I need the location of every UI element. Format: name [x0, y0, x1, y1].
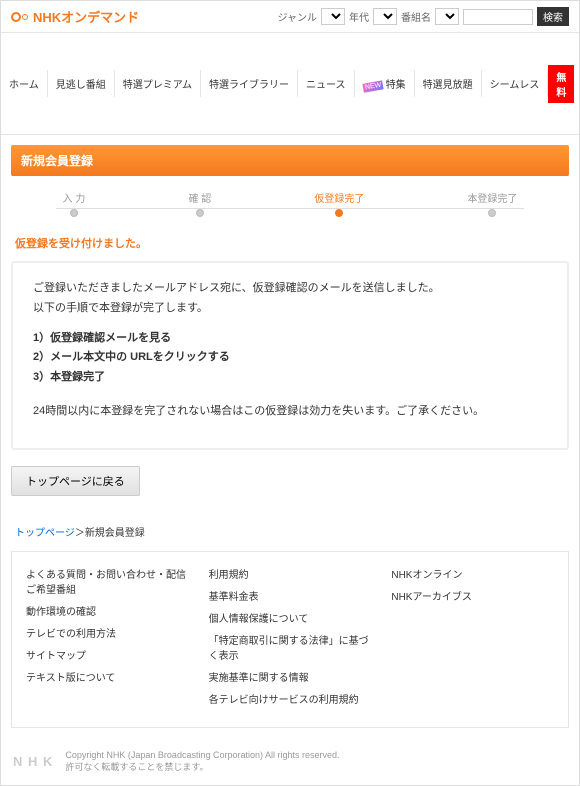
footer-link[interactable]: 個人情報保護について [209, 610, 372, 625]
program-select[interactable] [435, 8, 459, 25]
footer-link[interactable]: サイトマップ [26, 647, 189, 662]
step-confirm: 確 認 [188, 190, 211, 217]
footer-link[interactable]: NHKオンライン [391, 566, 554, 581]
nav-unlimited[interactable]: 特選見放題 [415, 70, 482, 97]
footer-link[interactable]: 基準料金表 [209, 588, 372, 603]
new-badge-icon: NEW [362, 80, 384, 92]
era-label: 年代 [349, 9, 369, 24]
footer-link[interactable]: 利用規約 [209, 566, 372, 581]
intro-line1: ご登録いただきましたメールアドレス宛に、仮登録確認のメールを送信しました。 [33, 282, 440, 294]
footer-notice: 許可なく転載することを禁じます。 [65, 760, 339, 773]
back-to-top-button[interactable]: トップページに戻る [11, 466, 140, 496]
footer-col-2: 利用規約 基準料金表 個人情報保護について 「特定商取引に関する法律」に基づく表… [209, 566, 372, 713]
notice-text: 仮登録を受け付けました。 [15, 235, 565, 251]
footer-link[interactable]: 動作環境の確認 [26, 603, 189, 618]
footer-link[interactable]: テキスト版について [26, 669, 189, 684]
nav-news[interactable]: ニュース [298, 70, 355, 97]
footer-col-3: NHKオンライン NHKアーカイブス [391, 566, 554, 713]
step-provisional: 仮登録完了 [314, 190, 364, 217]
logo-icon [11, 12, 29, 22]
nav-seamless[interactable]: シームレス [482, 70, 549, 97]
instructions-list: 1）仮登録確認メールを見る 2）メール本文中の URLをクリックする 3）本登録… [33, 329, 547, 388]
footer-link[interactable]: 「特定商取引に関する法律」に基づく表示 [209, 632, 372, 662]
progress-steps: 入 力 確 認 仮登録完了 本登録完了 [11, 190, 569, 217]
instruction-2: 2）メール本文中の URLをクリックする [33, 348, 547, 368]
main-nav: ホーム 見逃し番組 特選プレミアム 特選ライブラリー ニュース NEW 特集 特… [1, 33, 579, 135]
content-box: ご登録いただきましたメールアドレス宛に、仮登録確認のメールを送信しました。 以下… [11, 261, 569, 450]
breadcrumb-top[interactable]: トップページ [15, 528, 75, 539]
era-select[interactable] [373, 8, 397, 25]
footer-link[interactable]: テレビでの利用方法 [26, 625, 189, 640]
logo[interactable]: NHKオンデマンド [11, 7, 139, 26]
footer-links: よくある質問・お問い合わせ・配信ご希望番組 動作環境の確認 テレビでの利用方法 … [11, 551, 569, 728]
program-label: 番組名 [401, 9, 431, 24]
footer-bottom: N H K Copyright NHK (Japan Broadcasting … [1, 738, 579, 785]
search-input[interactable] [463, 9, 533, 25]
nav-special[interactable]: NEW 特集 [355, 70, 415, 97]
step-input: 入 力 [63, 190, 86, 217]
nav-missed[interactable]: 見逃し番組 [48, 70, 115, 97]
nav-free[interactable]: 無 料 [548, 65, 574, 103]
nav-library[interactable]: 特選ライブラリー [201, 70, 298, 97]
footer-link[interactable]: 各テレビ向けサービスの利用規約 [209, 691, 372, 706]
intro-line2: 以下の手順で本登録が完了します。 [33, 302, 208, 314]
nav-premium[interactable]: 特選プレミアム [115, 70, 201, 97]
nav-home[interactable]: ホーム [1, 70, 48, 97]
footer-link[interactable]: 実施基準に関する情報 [209, 669, 372, 684]
header: NHKオンデマンド ジャンル 年代 番組名 検索 [1, 1, 579, 33]
search-button[interactable]: 検索 [537, 7, 569, 26]
step-complete: 本登録完了 [467, 190, 517, 217]
genre-select[interactable] [321, 8, 345, 25]
breadcrumb-current: 新規会員登録 [85, 528, 145, 539]
footer-link[interactable]: NHKアーカイブス [391, 588, 554, 603]
footer-col-1: よくある質問・お問い合わせ・配信ご希望番組 動作環境の確認 テレビでの利用方法 … [26, 566, 189, 713]
top-controls: ジャンル 年代 番組名 検索 [278, 7, 570, 26]
instruction-3: 3）本登録完了 [33, 368, 547, 388]
genre-label: ジャンル [278, 9, 318, 24]
warning-text: 24時間以内に本登録を完了されない場合はこの仮登録は効力を失います。ご了承くださ… [33, 402, 547, 422]
logo-text: NHKオンデマンド [33, 7, 139, 26]
nhk-logo: N H K [13, 754, 53, 769]
page-title: 新規会員登録 [11, 145, 569, 176]
footer-link[interactable]: よくある質問・お問い合わせ・配信ご希望番組 [26, 566, 189, 596]
copyright: Copyright NHK (Japan Broadcasting Corpor… [65, 750, 339, 760]
breadcrumb: トップページ＞新規会員登録 [15, 524, 565, 539]
instruction-1: 1）仮登録確認メールを見る [33, 329, 547, 349]
